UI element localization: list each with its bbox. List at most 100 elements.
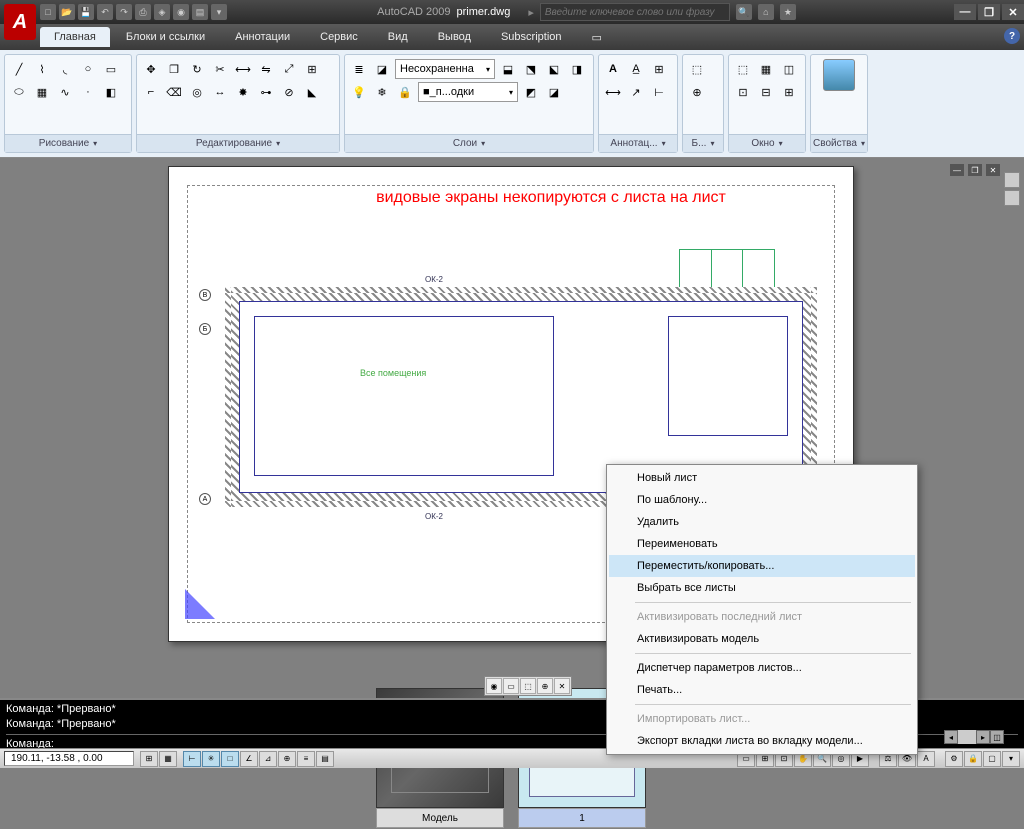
palette-btn[interactable] <box>1004 190 1020 206</box>
layer-on-icon[interactable]: 💡 <box>349 82 369 102</box>
grid-icon[interactable]: ▦ <box>159 751 177 767</box>
ctx-rename[interactable]: Переименовать <box>609 533 915 555</box>
ctx-from-template[interactable]: По шаблону... <box>609 489 915 511</box>
mtext-icon[interactable]: A̲ <box>626 59 646 79</box>
vp-icon[interactable]: ◫ <box>779 59 799 79</box>
dim-icon[interactable]: ⊢ <box>649 82 669 102</box>
panel-title-props[interactable]: Свойства <box>811 134 867 152</box>
qat-btn[interactable]: ◈ <box>154 4 170 20</box>
layer-lock-icon[interactable]: 🔒 <box>395 82 415 102</box>
break-icon[interactable]: ⊘ <box>279 82 299 102</box>
current-layer-combo[interactable]: ■_п...одки <box>418 82 518 102</box>
tray-expand-icon[interactable]: ▾ <box>1002 751 1020 767</box>
erase-icon[interactable]: ⌫ <box>164 82 184 102</box>
qat-open-icon[interactable]: 📂 <box>59 4 75 20</box>
qat-btn[interactable]: ◉ <box>173 4 189 20</box>
nav-btn[interactable]: ▭ <box>503 678 519 694</box>
hatch-icon[interactable]: ▦ <box>32 82 52 102</box>
ctx-export-layout[interactable]: Экспорт вкладки листа во вкладку модели.… <box>609 730 915 752</box>
tab-blocks[interactable]: Блоки и ссылки <box>112 27 219 47</box>
tab-subscription[interactable]: Subscription <box>487 27 576 47</box>
ctx-delete[interactable]: Удалить <box>609 511 915 533</box>
panel-title-edit[interactable]: Редактирование <box>137 134 339 152</box>
coordinates[interactable]: 190.11, -13.58 , 0.00 <box>4 751 134 766</box>
tab-main[interactable]: Главная <box>40 27 110 47</box>
mirror-icon[interactable]: ⇋ <box>256 59 276 79</box>
clean-screen-icon[interactable]: ▢ <box>983 751 1001 767</box>
scroll-right-icon[interactable]: ▸ <box>976 730 990 744</box>
doc-close-icon[interactable]: ✕ <box>986 164 1000 176</box>
vp-icon[interactable]: ▦ <box>756 59 776 79</box>
help-icon[interactable]: ? <box>1004 28 1020 44</box>
qat-undo-icon[interactable]: ↶ <box>97 4 113 20</box>
spline-icon[interactable]: ∿ <box>55 82 75 102</box>
tab-view[interactable]: Вид <box>374 27 422 47</box>
move-icon[interactable]: ✥ <box>141 59 161 79</box>
tab-annotations[interactable]: Аннотации <box>221 27 304 47</box>
chamfer-icon[interactable]: ◣ <box>302 82 322 102</box>
line-icon[interactable]: ╱ <box>9 59 29 79</box>
lock-ui-icon[interactable]: 🔒 <box>964 751 982 767</box>
vp-icon[interactable]: ⊞ <box>779 82 799 102</box>
nav-btn[interactable]: ⊕ <box>537 678 553 694</box>
qat-more-icon[interactable]: ▾ <box>211 4 227 20</box>
pline-icon[interactable]: ⌇ <box>32 59 52 79</box>
palette-btn[interactable] <box>1004 172 1020 188</box>
layer-state-combo[interactable]: Несохраненна <box>395 59 495 79</box>
ws-switch-icon[interactable]: ⚙ <box>945 751 963 767</box>
ctx-plot[interactable]: Печать... <box>609 679 915 701</box>
snap-icon[interactable]: ⊞ <box>140 751 158 767</box>
layer-tool-icon[interactable]: ◪ <box>544 82 564 102</box>
region-icon[interactable]: ◧ <box>101 82 121 102</box>
clip-icon[interactable]: ⬚ <box>733 59 753 79</box>
nav-close-icon[interactable]: ✕ <box>554 678 570 694</box>
layer-freeze-icon[interactable]: ❄ <box>372 82 392 102</box>
maximize-button[interactable]: ❐ <box>978 4 1000 20</box>
nav-btn[interactable]: ⬚ <box>520 678 536 694</box>
panel-title-window[interactable]: Окно <box>729 134 805 152</box>
layer-tool-icon[interactable]: ⬕ <box>544 59 564 79</box>
tab-service[interactable]: Сервис <box>306 27 372 47</box>
insert-icon[interactable]: ⊕ <box>687 82 707 102</box>
lwt-icon[interactable]: ≡ <box>297 751 315 767</box>
layer-tool-icon[interactable]: ◨ <box>567 59 587 79</box>
layer-tool-icon[interactable]: ◩ <box>521 82 541 102</box>
point-icon[interactable]: · <box>78 82 98 102</box>
properties-big-icon[interactable] <box>823 59 855 91</box>
qat-print-icon[interactable]: ⎙ <box>135 4 151 20</box>
infocenter-icon[interactable]: ⌂ <box>758 4 774 20</box>
close-button[interactable]: ✕ <box>1002 4 1024 20</box>
qat-btn[interactable]: ▤ <box>192 4 208 20</box>
tab-output[interactable]: Вывод <box>424 27 485 47</box>
app-logo[interactable]: A <box>4 4 36 40</box>
vp-icon[interactable]: ⊡ <box>733 82 753 102</box>
cmd-grip-icon[interactable]: ◫ <box>990 730 1004 744</box>
polar-icon[interactable]: ✳ <box>202 751 220 767</box>
dyn-icon[interactable]: ⊕ <box>278 751 296 767</box>
trim-icon[interactable]: ✂ <box>210 59 230 79</box>
panel-title-block[interactable]: Б... <box>683 134 723 152</box>
ctx-new-layout[interactable]: Новый лист <box>609 467 915 489</box>
layerstate-icon[interactable]: ◪ <box>372 59 392 79</box>
annoauto-icon[interactable]: A <box>917 751 935 767</box>
copy-icon[interactable]: ❐ <box>164 59 184 79</box>
rotate-icon[interactable]: ↻ <box>187 59 207 79</box>
panel-title-annot[interactable]: Аннотац... <box>599 134 677 152</box>
minimize-button[interactable]: — <box>954 4 976 20</box>
extend-icon[interactable]: ⟷ <box>233 59 253 79</box>
array-icon[interactable]: ⊞ <box>302 59 322 79</box>
ducs-icon[interactable]: ⊿ <box>259 751 277 767</box>
osnap-icon[interactable]: □ <box>221 751 239 767</box>
ctx-page-setup[interactable]: Диспетчер параметров листов... <box>609 657 915 679</box>
layer-tool-icon[interactable]: ⬔ <box>521 59 541 79</box>
leader-icon[interactable]: ↗ <box>626 82 646 102</box>
qat-save-icon[interactable]: 💾 <box>78 4 94 20</box>
rect-icon[interactable]: ▭ <box>101 59 121 79</box>
tab-extra-icon[interactable]: ▭ <box>578 27 616 48</box>
text-icon[interactable]: A <box>603 59 623 79</box>
ctx-activate-model[interactable]: Активизировать модель <box>609 628 915 650</box>
arc-icon[interactable]: ◟ <box>55 59 75 79</box>
panel-title-layers[interactable]: Слои <box>345 134 593 152</box>
panel-title-draw[interactable]: Рисование <box>5 134 131 152</box>
dim-icon[interactable]: ⟷ <box>603 82 623 102</box>
